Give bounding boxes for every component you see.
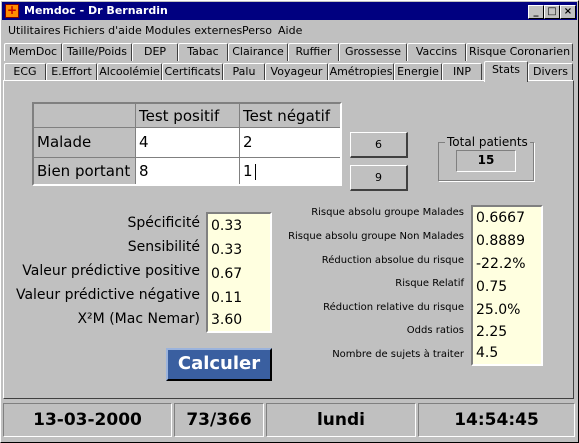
label-mac-nemar: X²M (Mac Nemar) <box>77 311 200 327</box>
value-reduction-absolue: -22.2% <box>476 256 526 272</box>
menu-modules-externes[interactable]: Modules externes <box>145 24 242 37</box>
label-vpn: Valeur prédictive négative <box>15 287 200 303</box>
cell-malade-negatif[interactable]: 2 <box>240 128 340 158</box>
label-risque-absolu-malades: Risque absolu groupe Malades <box>311 207 464 218</box>
value-vpp: 0.67 <box>211 266 243 282</box>
total-patients-label: Total patients <box>445 135 530 149</box>
label-specificite: Spécificité <box>127 215 200 231</box>
minimize-button[interactable]: _ <box>528 5 544 19</box>
label-risque-relatif: Risque Relatif <box>395 278 464 289</box>
label-odds-ratios: Odds ratios <box>406 325 464 336</box>
row-total-bien-portant-button[interactable]: 9 <box>350 165 408 191</box>
tab-energie[interactable]: Energie <box>394 63 442 81</box>
text-caret <box>254 163 256 180</box>
tab-certificats[interactable]: Certificats <box>162 63 223 81</box>
tab-voyageur[interactable]: Voyageur <box>265 63 328 81</box>
menu-perso[interactable]: Perso <box>242 24 272 37</box>
tab-palu[interactable]: Palu <box>223 63 265 81</box>
maximize-button[interactable]: □ <box>544 5 560 19</box>
row-label-bien-portant: Bien portant <box>34 158 136 184</box>
value-risque-absolu-non-malades: 0.8889 <box>476 233 525 249</box>
value-sensibilite: 0.33 <box>211 242 243 258</box>
value-odds-ratios: 2.25 <box>476 324 508 340</box>
status-time: 14:54:45 <box>418 403 575 437</box>
calculer-button[interactable]: Calculer <box>166 348 272 381</box>
value-vpn: 0.11 <box>211 290 243 306</box>
app-cross-icon: + <box>5 3 19 18</box>
value-nombre-sujets: 4.5 <box>476 345 499 361</box>
status-date: 13-03-2000 <box>3 403 172 437</box>
tab-memdoc[interactable]: MemDoc <box>4 43 62 61</box>
cell-malade-positif[interactable]: 4 <box>136 128 240 158</box>
cell-bien-portant-positif[interactable]: 8 <box>136 158 240 184</box>
tab-tabac[interactable]: Tabac <box>178 43 228 61</box>
tab-divers[interactable]: Divers <box>528 63 573 81</box>
label-sensibilite: Sensibilité <box>127 239 200 255</box>
tab-grossesse[interactable]: Grossesse <box>339 43 407 61</box>
tab-ecg[interactable]: ECG <box>4 63 46 81</box>
label-reduction-absolue: Réduction absolue du risque <box>321 255 464 266</box>
label-reduction-relative: Réduction relative du risque <box>323 302 464 313</box>
menu-utilitaires[interactable]: Utilitaires <box>8 24 60 37</box>
label-nombre-sujets: Nombre de sujets à traiter <box>332 349 464 360</box>
value-reduction-relative: 25.0% <box>476 302 521 318</box>
right-results-box: 0.6667 0.8889 -22.2% 0.75 25.0% 2.25 4.5 <box>471 205 543 366</box>
tab-dep[interactable]: DEP <box>132 43 178 61</box>
cell-bien-portant-negatif[interactable]: 1 <box>240 158 340 184</box>
label-vpp: Valeur prédictive positive <box>22 263 200 279</box>
label-risque-absolu-non-malades: Risque absolu groupe Non Malades <box>288 231 464 242</box>
row-label-malade: Malade <box>34 128 136 158</box>
tab-alcoolemie[interactable]: Alcoolémie <box>97 63 162 81</box>
tab-clairance[interactable]: Clairance <box>228 43 288 61</box>
cell-bien-portant-negatif-value: 1 <box>243 162 253 180</box>
tab-risque-coronarien[interactable]: Risque Coronarien <box>466 43 573 61</box>
status-weekday: lundi <box>266 403 416 437</box>
value-mac-nemar: 3.60 <box>211 312 243 328</box>
title-bar[interactable]: + Memdoc - Dr Bernardin _ □ × <box>2 2 577 20</box>
window-title: Memdoc - Dr Bernardin <box>24 4 168 17</box>
left-results-box: 0.33 0.33 0.67 0.11 3.60 <box>206 212 272 333</box>
menu-aide[interactable]: Aide <box>278 24 302 37</box>
value-specificite: 0.33 <box>211 218 243 234</box>
value-risque-relatif: 0.75 <box>476 279 508 295</box>
value-risque-absolu-malades: 0.6667 <box>476 210 525 226</box>
tab-e-effort[interactable]: E.Effort <box>46 63 97 81</box>
tab-ruffier[interactable]: Ruffier <box>288 43 339 61</box>
close-button[interactable]: × <box>560 5 576 19</box>
total-patients-value: 15 <box>456 150 516 172</box>
tab-inp[interactable]: INP <box>442 63 482 81</box>
table-corner <box>34 104 136 128</box>
row-total-malade-button[interactable]: 6 <box>350 132 408 158</box>
header-test-positif: Test positif <box>136 104 240 128</box>
contingency-table: Test positif Test négatif Malade 4 2 Bie… <box>32 102 342 186</box>
menu-fichiers-aide[interactable]: Fichiers d'aide <box>63 24 142 37</box>
tab-taille-poids[interactable]: Taille/Poids <box>62 43 132 61</box>
tab-vaccins[interactable]: Vaccins <box>407 43 466 61</box>
header-test-negatif: Test négatif <box>240 104 340 128</box>
menu-bar: Utilitaires Fichiers d'aide Modules exte… <box>2 21 577 39</box>
tab-stats[interactable]: Stats <box>484 61 528 82</box>
tab-ametropies[interactable]: Amétropies <box>328 63 394 81</box>
status-day-of-year: 73/366 <box>174 403 264 437</box>
